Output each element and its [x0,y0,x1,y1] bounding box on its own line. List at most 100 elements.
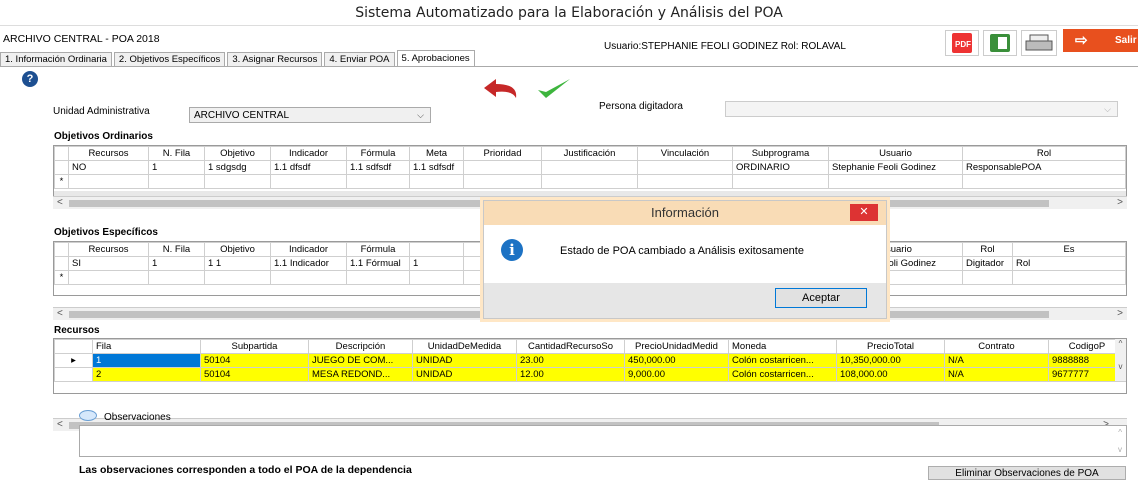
table-cell[interactable]: 1 [409,256,464,271]
excel-export-icon[interactable] [983,30,1017,56]
persona-select[interactable]: ⌵ [725,101,1118,117]
table-cell[interactable]: 9677777 [1048,367,1126,382]
col-header[interactable]: Recursos [68,146,149,161]
col-header[interactable]: Vinculación [637,146,733,161]
delete-observations-button[interactable]: Eliminar Observaciones de POA [928,466,1126,480]
table-cell[interactable]: 50104 [200,353,309,368]
table-cell[interactable]: 1 1 [204,256,271,271]
col-header[interactable]: Rol [962,146,1126,161]
col-header[interactable]: Indicador [270,146,347,161]
table-cell[interactable]: 1 sdgsdg [204,160,271,175]
chevron-right-icon[interactable]: > [1117,197,1123,209]
col-header[interactable]: Objetivo [204,242,271,257]
ok-button[interactable]: Aceptar [775,288,867,308]
col-header[interactable]: N. Fila [148,242,205,257]
table-cell[interactable]: 1 [92,353,201,368]
tab-enviar-poa[interactable]: 4. Enviar POA [324,52,395,66]
return-icon[interactable] [478,76,522,102]
table-cell[interactable]: N/A [944,353,1049,368]
col-header[interactable]: CodigoP [1048,339,1126,354]
table-cell[interactable]: 450,000.00 [624,353,729,368]
table-cell[interactable]: 1.1 sdfsdf [409,160,464,175]
table-cell[interactable]: Rol [1012,256,1126,271]
col-header[interactable]: Descripción [308,339,413,354]
table-cell[interactable]: 1 [148,256,205,271]
chevron-right-icon[interactable]: > [1117,308,1123,320]
table-cell[interactable]: SI [68,256,149,271]
col-header[interactable]: Moneda [728,339,837,354]
chevron-up-icon[interactable]: ^ [1115,339,1126,348]
table-cell[interactable] [637,160,733,175]
chevron-down-icon[interactable]: v [1118,445,1122,454]
col-header[interactable]: Indicador [270,242,347,257]
chevron-left-icon[interactable]: < [57,197,63,209]
recursos-vscrollbar[interactable]: ^ v [1115,339,1126,381]
col-header[interactable]: Fila [92,339,201,354]
col-header[interactable]: CantidadRecursoSo [516,339,625,354]
help-icon[interactable]: ? [22,71,38,87]
table-cell[interactable]: 12.00 [516,367,625,382]
table-cell[interactable]: 50104 [200,367,309,382]
table-cell[interactable]: ORDINARIO [732,160,829,175]
tab-asignar-recursos[interactable]: 3. Asignar Recursos [227,52,323,66]
table-row[interactable]: 2 50104 MESA REDOND... UNIDAD 12.00 9,00… [54,367,1126,382]
table-cell[interactable]: Colón costarricen... [728,367,837,382]
col-header[interactable]: PrecioTotal [836,339,945,354]
unidad-select[interactable]: ARCHIVO CENTRAL ⌵ [189,107,431,123]
table-cell[interactable]: JUEGO DE COM... [308,353,413,368]
tab-informacion-ordinaria[interactable]: 1. Información Ordinaria [0,52,112,66]
col-header[interactable]: Fórmula [346,242,410,257]
col-header[interactable]: Contrato [944,339,1049,354]
table-cell[interactable]: N/A [944,367,1049,382]
table-row[interactable]: ▸ 1 50104 JUEGO DE COM... UNIDAD 23.00 4… [54,353,1126,368]
table-cell[interactable]: ResponsablePOA [962,160,1126,175]
chevron-left-icon[interactable]: < [57,419,63,431]
chevron-down-icon[interactable]: v [1115,362,1126,371]
col-header[interactable]: Fórmula [346,146,410,161]
observaciones-textarea[interactable]: ^ v [79,425,1127,457]
tab-objetivos-especificos[interactable]: 2. Objetivos Específicos [113,52,226,66]
col-header[interactable]: Justificación [541,146,638,161]
table-cell[interactable]: Digitador [962,256,1013,271]
table-cell[interactable]: 23.00 [516,353,625,368]
table-cell[interactable]: UNIDAD [412,367,517,382]
col-header[interactable]: Recursos [68,242,149,257]
table-cell[interactable]: 1.1 sdfsdf [346,160,410,175]
table-cell[interactable]: Stephanie Feoli Godinez [828,160,963,175]
table-cell[interactable]: MESA REDOND... [308,367,413,382]
col-header[interactable]: Prioridad [463,146,542,161]
table-cell[interactable]: 1 [148,160,205,175]
pdf-export-icon[interactable]: PDF [945,30,979,56]
recursos-grid[interactable]: Fila Subpartida Descripción UnidadDeMedi… [53,338,1127,394]
table-cell[interactable] [463,160,542,175]
chevron-left-icon[interactable]: < [57,308,63,320]
table-cell[interactable]: UNIDAD [412,353,517,368]
chevron-up-icon[interactable]: ^ [1118,428,1122,437]
col-header[interactable]: Usuario [828,146,963,161]
col-header[interactable]: Subpartida [200,339,309,354]
print-icon[interactable] [1021,30,1057,56]
col-header[interactable]: N. Fila [148,146,205,161]
col-header[interactable]: Rol [962,242,1013,257]
new-row[interactable]: * [54,174,1126,189]
table-cell[interactable]: 10,350,000.00 [836,353,945,368]
col-header[interactable]: Objetivo [204,146,271,161]
col-header[interactable] [409,242,464,257]
table-cell[interactable]: NO [68,160,149,175]
exit-button[interactable]: ⇨ Salir [1063,29,1138,52]
tab-aprobaciones[interactable]: 5. Aprobaciones [396,50,475,66]
table-cell[interactable]: 1.1 dfsdf [270,160,347,175]
close-icon[interactable]: ✕ [850,204,878,221]
approve-icon[interactable] [534,76,574,102]
col-header[interactable]: Subprograma [732,146,829,161]
table-cell[interactable]: Colón costarricen... [728,353,837,368]
col-header[interactable]: PrecioUnidadMedid [624,339,729,354]
col-header[interactable]: UnidadDeMedida [412,339,517,354]
table-cell[interactable]: 1.1 Indicador [270,256,347,271]
table-cell[interactable]: 9888888 [1048,353,1126,368]
table-row[interactable]: NO 1 1 sdgsdg 1.1 dfsdf 1.1 sdfsdf 1.1 s… [54,160,1126,175]
col-header[interactable]: Meta [409,146,464,161]
col-header[interactable]: Es [1012,242,1126,257]
table-cell[interactable]: 2 [92,367,201,382]
table-cell[interactable]: 108,000.00 [836,367,945,382]
